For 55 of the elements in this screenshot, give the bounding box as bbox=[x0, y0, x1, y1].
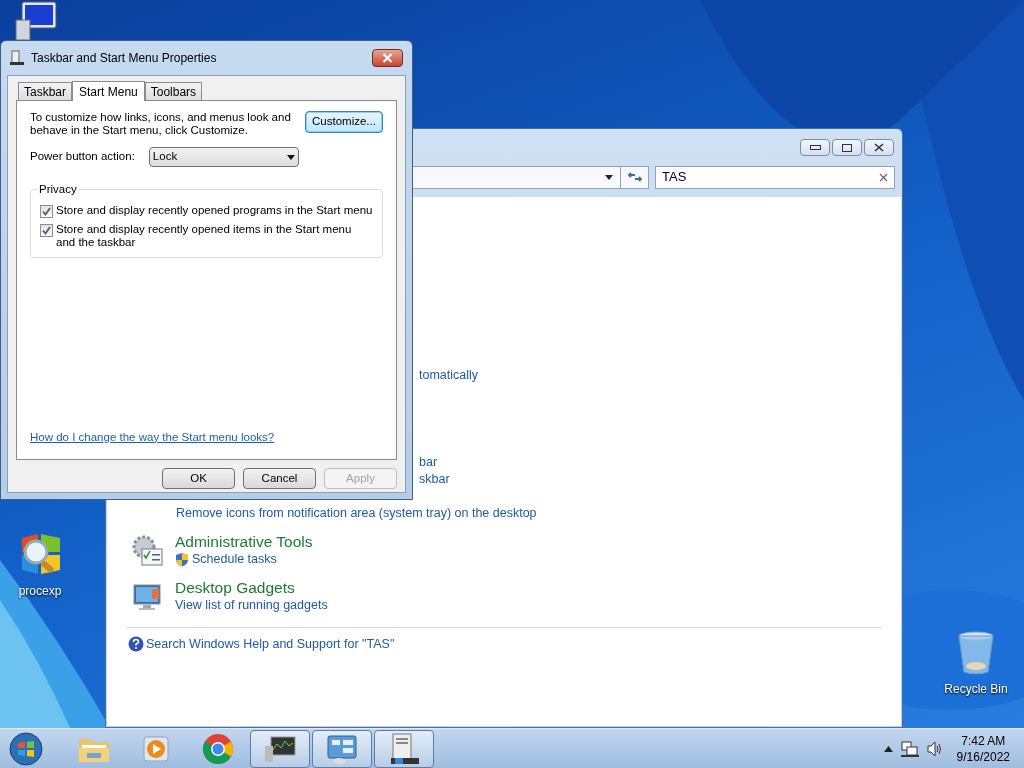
group-title: Privacy bbox=[37, 182, 79, 196]
dropdown-arrow-icon[interactable] bbox=[605, 174, 613, 180]
help-link[interactable]: How do I change the way the Start menu looks? bbox=[30, 428, 275, 446]
link-text[interactable]: tomatically bbox=[419, 367, 901, 384]
taskbar-button[interactable] bbox=[374, 729, 434, 768]
power-dropdown[interactable]: Lock bbox=[148, 147, 299, 167]
search-field[interactable]: TAS bbox=[655, 165, 895, 189]
taskbar-button[interactable] bbox=[250, 729, 310, 768]
customize-button[interactable]: Customize... bbox=[305, 111, 383, 133]
trash-bin-icon[interactable] bbox=[956, 630, 996, 676]
computer-icon bbox=[9, 50, 25, 66]
link-text[interactable]: View list of running gadgets bbox=[175, 597, 328, 614]
clock-time[interactable]: 7:42 AM bbox=[961, 732, 1006, 749]
dropdown-arrow-icon bbox=[286, 154, 295, 160]
window-title: Taskbar and Start Menu Properties bbox=[31, 50, 218, 67]
close-button[interactable] bbox=[372, 49, 403, 67]
link-text[interactable]: Remove icons from notification area (system tray) on the desktop bbox=[176, 505, 537, 522]
clock-date[interactable]: 9/16/2022 bbox=[956, 748, 1010, 765]
help-link[interactable]: Search Windows Help and Support for "TAS" bbox=[146, 635, 395, 654]
monitor-icon bbox=[263, 733, 297, 764]
refresh-icon bbox=[626, 170, 643, 184]
minimize-button[interactable] bbox=[800, 139, 830, 156]
field-label: Power button action: bbox=[30, 149, 135, 165]
close-icon bbox=[874, 143, 884, 152]
show-hidden-icon bbox=[883, 745, 893, 752]
play-icon bbox=[141, 733, 171, 764]
tab[interactable]: Taskbar bbox=[18, 82, 73, 100]
description-text: To customize how links, icons, and menus look and behave in the Start menu, click Customize. bbox=[30, 111, 292, 137]
category-heading[interactable]: Administrative Tools bbox=[175, 532, 313, 551]
clear-icon bbox=[879, 172, 888, 182]
close-icon bbox=[382, 53, 393, 63]
tab[interactable]: Start Menu bbox=[72, 81, 145, 101]
control-panel-icon bbox=[325, 732, 359, 765]
start-orb-icon bbox=[9, 731, 43, 766]
link-text[interactable]: Schedule tasks bbox=[192, 551, 277, 568]
gear-checklist-icon bbox=[132, 535, 164, 567]
maximize-button[interactable] bbox=[832, 139, 862, 156]
link-text[interactable]: bar bbox=[419, 454, 901, 471]
checkbox-label: Store and display recently opened programs in the Start menu bbox=[56, 204, 373, 217]
link-text[interactable]: skbar bbox=[419, 471, 901, 488]
network-icon bbox=[900, 740, 919, 757]
help-icon bbox=[128, 636, 144, 653]
tab[interactable]: Toolbars bbox=[144, 82, 203, 100]
desktop-icon-label[interactable]: Recycle Bin bbox=[944, 680, 1008, 698]
dialog-button[interactable]: Cancel bbox=[243, 468, 316, 489]
browser-icon bbox=[202, 732, 234, 765]
checkbox[interactable] bbox=[40, 205, 53, 218]
speaker-icon bbox=[926, 740, 943, 757]
checkbox[interactable] bbox=[40, 224, 53, 237]
desktop-icon-label[interactable]: procexp bbox=[18, 582, 62, 600]
close-button[interactable] bbox=[864, 139, 894, 156]
checkbox-label: Store and display recently opened items in the Start menu and the taskbar bbox=[56, 223, 353, 249]
category-heading[interactable]: Desktop Gadgets bbox=[175, 578, 295, 597]
monitor-icon bbox=[132, 581, 164, 613]
dialog-button[interactable]: OK bbox=[162, 468, 235, 489]
